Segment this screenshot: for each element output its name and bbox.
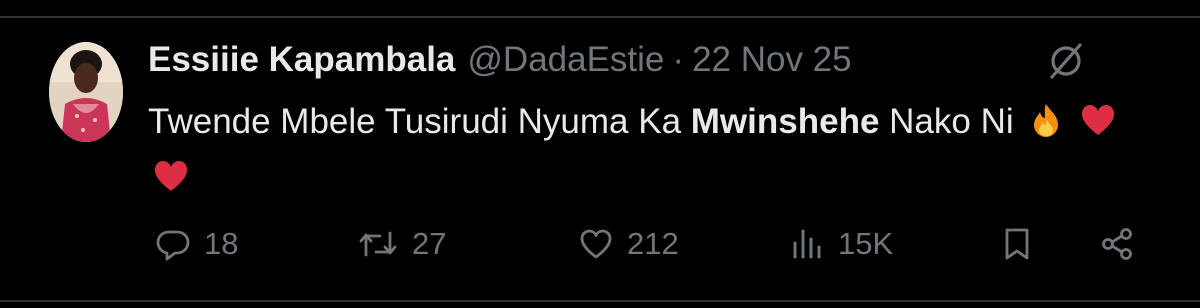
share-icon[interactable] [1100, 227, 1134, 261]
fire-emoji-icon [1034, 104, 1059, 137]
reply-button[interactable]: 18 [156, 218, 238, 270]
heart-icon [580, 229, 612, 259]
tweet-date[interactable]: 22 Nov 25 [692, 40, 852, 80]
top-divider [0, 16, 1200, 18]
tweet-text-part-2: Nako Ni [889, 102, 1014, 141]
avatar[interactable] [49, 42, 123, 142]
views-count: 15K [838, 226, 894, 261]
like-button[interactable]: 212 [579, 218, 679, 270]
grok-slash-icon[interactable] [1045, 40, 1087, 82]
repost-icon [359, 231, 397, 257]
red-heart-icon [155, 161, 187, 191]
tweet-text-bold[interactable]: Mwinshehe [691, 102, 880, 141]
views-icon [793, 229, 821, 259]
avatar-image [49, 42, 123, 142]
reply-icon [156, 230, 190, 261]
repost-button[interactable]: 27 [358, 218, 446, 270]
action-bar: 18 27 212 15K [0, 218, 1200, 270]
tweet-text-part-1: Twende Mbele Tusirudi Nyuma Ka [148, 102, 682, 141]
bottom-divider [0, 300, 1200, 302]
separator-dot: · [672, 40, 685, 79]
repost-count: 27 [412, 226, 447, 261]
tweet-header: Essiiie Kapambala @DadaEstie · 22 Nov 25 [148, 38, 852, 82]
like-count: 212 [627, 226, 679, 261]
bookmark-icon[interactable] [1000, 227, 1034, 261]
red-heart-icon [1082, 105, 1115, 135]
reply-count: 18 [204, 226, 239, 261]
author-handle[interactable]: @DadaEstie [467, 40, 664, 80]
tweet-text: Twende Mbele Tusirudi Nyuma Ka Mwinshehe… [148, 94, 1148, 206]
views-button[interactable]: 15K [790, 218, 893, 270]
author-name[interactable]: Essiiie Kapambala [148, 40, 455, 80]
